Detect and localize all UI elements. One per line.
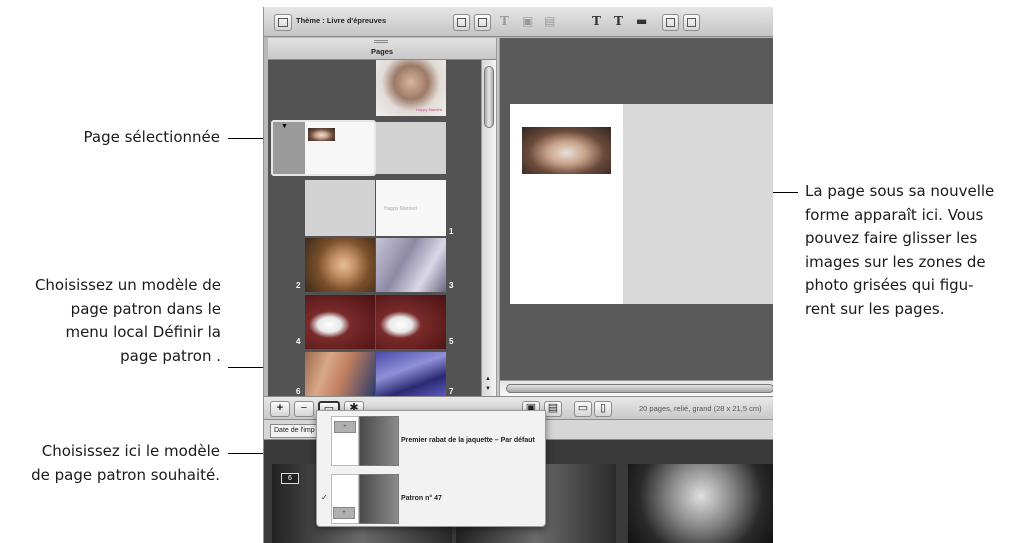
page-number-7: 7 [449, 387, 454, 396]
page-thumbnail-5[interactable] [376, 295, 446, 349]
page-1-caption: Happy Married [384, 206, 417, 212]
fit-icon [457, 18, 466, 27]
page-number-2: 2 [296, 281, 301, 290]
checkmark-icon: ✓ [321, 493, 328, 502]
master-item-label: Patron n° 47 [401, 495, 442, 502]
layout-photo-hands[interactable] [522, 127, 611, 174]
resize-grip[interactable] [374, 40, 388, 43]
selected-page-left[interactable] [273, 122, 305, 174]
page-thumbnail-blank-2[interactable] [305, 180, 375, 236]
actual-size-button[interactable] [474, 14, 491, 31]
page-thumbnail-4[interactable] [305, 295, 375, 349]
layout-page-right[interactable] [623, 104, 773, 304]
book-icon [278, 18, 288, 27]
master-template-right [359, 474, 399, 524]
fit-page-button[interactable] [453, 14, 470, 31]
page-thumbnail-cover[interactable]: Happy Married [376, 60, 446, 116]
view-mode-b-button[interactable]: ▯ [594, 401, 612, 417]
view-mode-a-button[interactable]: ▭ [574, 401, 592, 417]
mode-a-icon: ▭ [577, 402, 589, 414]
page-layout-area [500, 38, 773, 396]
add-map-icon[interactable]: ▤ [544, 14, 555, 28]
page-thumbnail-2[interactable] [305, 238, 375, 292]
page-number-3: 3 [449, 281, 454, 290]
add-text-box-icon[interactable]: T [500, 14, 509, 28]
layout-scroll-thumb[interactable] [506, 384, 773, 393]
text-in-photo-icon[interactable]: T [614, 14, 623, 28]
page-thumbnail-7[interactable] [376, 352, 446, 396]
master-item-patron-47[interactable]: ✓ + Patron n° 47 [317, 471, 547, 527]
photo-slot-icon: + [333, 507, 355, 519]
scroll-up-icon[interactable]: ▲ [485, 376, 491, 382]
master-item-jacket-flap[interactable]: + Premier rabat de la jaquette – Par déf… [317, 413, 547, 469]
theme-label: Thème : Livre d'épreuves [296, 16, 387, 25]
bring-forward-button[interactable] [662, 14, 679, 31]
pages-panel: Pages Happy Married ▼ Happy Married 1 2 … [268, 38, 496, 396]
master-item-label: Premier rabat de la jaquette – Par défau… [401, 437, 535, 444]
spread-icon: ▤ [547, 402, 559, 414]
pages-title: Pages [370, 47, 394, 56]
selected-page-photo [308, 128, 335, 141]
callout-choose-master: Choisissez un modèle de page patron dans… [34, 276, 221, 365]
add-photo-box-icon[interactable]: ▣ [522, 14, 533, 28]
page-thumbnail-3[interactable] [376, 238, 446, 292]
layout-page-left[interactable] [510, 104, 623, 304]
zoom-icon [478, 18, 487, 27]
master-page-menu: + Premier rabat de la jaquette – Par déf… [316, 410, 546, 527]
page-number-5: 5 [449, 337, 454, 346]
cover-caption: Happy Married [415, 107, 442, 112]
callout-line-selected-page [228, 138, 268, 139]
browser-photo-3[interactable] [628, 464, 773, 543]
photo-slot-icon: + [334, 421, 356, 433]
page-number-1: 1 [449, 227, 454, 236]
callout-choose-here: Choisissez ici le modèle de page patron … [31, 442, 220, 484]
layer-backward-icon [687, 18, 696, 27]
add-page-button[interactable]: + [270, 401, 290, 417]
page-thumbnail-blank[interactable] [376, 122, 446, 174]
layer-forward-icon [666, 18, 675, 27]
stack-count-badge[interactable]: 6 [281, 473, 299, 484]
layout-horizontal-scrollbar[interactable] [500, 380, 773, 396]
book-toolbar: Thème : Livre d'épreuves T ▣ ▤ T T ▬ [264, 7, 773, 37]
selected-page-triangle-icon[interactable]: ▼ [281, 123, 288, 130]
page-thumbnail-6[interactable] [305, 352, 375, 396]
send-backward-button[interactable] [683, 14, 700, 31]
text-style-icon[interactable]: T [592, 14, 601, 28]
remove-page-button[interactable]: − [294, 401, 314, 417]
master-template-right [359, 416, 399, 466]
pages-header: Pages [268, 38, 496, 60]
theme-button[interactable] [274, 14, 292, 31]
book-status-text: 20 pages, relié, grand (28 x 21,5 cm) [639, 404, 762, 413]
page-number-4: 4 [296, 337, 301, 346]
pages-scrollbar[interactable]: ▲ ▼ [481, 60, 496, 396]
page-number-6: 6 [296, 387, 301, 396]
mode-b-icon: ▯ [599, 402, 607, 414]
scroll-down-icon[interactable]: ▼ [485, 386, 491, 392]
callout-selected-page: Page sélectionnée [83, 128, 220, 146]
callout-new-layout: La page sous sa nouvelle forme apparaît … [805, 182, 995, 318]
pages-scroll-thumb[interactable] [484, 66, 494, 128]
caption-icon[interactable]: ▬ [636, 14, 647, 28]
sort-date-tab[interactable]: Date de l'imp [270, 424, 322, 438]
page-thumbnail-1[interactable]: Happy Married [376, 180, 446, 236]
